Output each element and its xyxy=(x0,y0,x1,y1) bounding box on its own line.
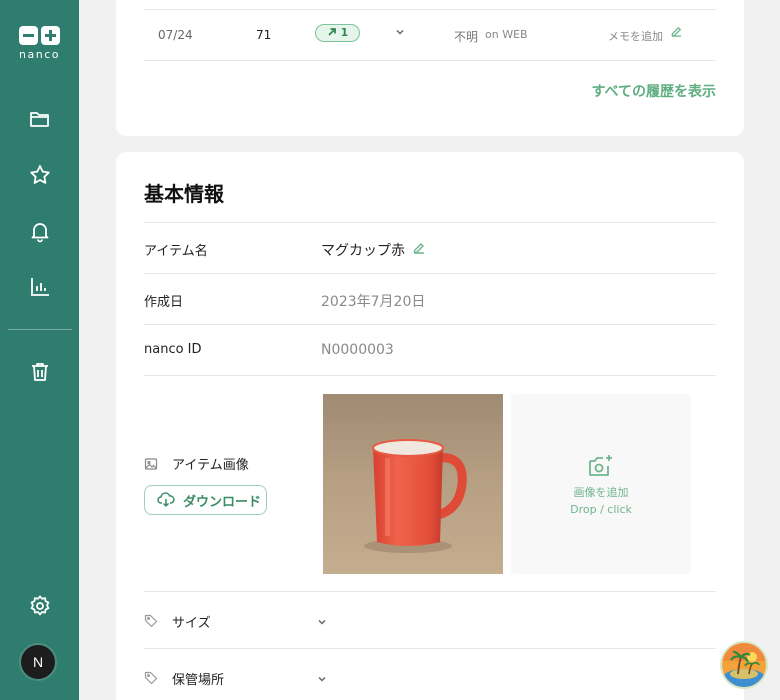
location-row[interactable]: 保管場所 xyxy=(144,648,716,700)
add-memo-link[interactable]: メモを追加 xyxy=(608,28,663,44)
sidebar-item-settings[interactable] xyxy=(26,592,54,620)
history-card: 07/24 71 1 不明 on WEB メモを追加 すべての履歴を表示 xyxy=(116,0,744,136)
edit-memo-button[interactable] xyxy=(670,25,683,41)
chevron-down-icon xyxy=(318,676,326,682)
item-photo[interactable] xyxy=(323,394,503,574)
logo-mark xyxy=(0,26,79,45)
created-date-value: 2023年7月20日 xyxy=(321,294,426,310)
item-image-label: アイテム画像 xyxy=(172,458,249,473)
sidebar: nanco N xyxy=(0,0,79,700)
star-icon xyxy=(30,165,50,184)
edit-icon xyxy=(413,243,424,254)
section-title: 基本情報 xyxy=(144,182,224,206)
created-date-row: 作成日 2023年7月20日 xyxy=(144,273,716,324)
basic-info-card: 基本情報 アイテム名 マグカップ赤 作成日 2023年7月20日 nanco I… xyxy=(116,152,744,700)
expand-row-button[interactable] xyxy=(394,26,406,41)
nanco-id-row: nanco ID N0000003 xyxy=(144,324,716,375)
location-label: 保管場所 xyxy=(172,673,225,688)
history-operator: 不明 xyxy=(454,30,479,44)
nanco-id-label: nanco ID xyxy=(144,342,202,357)
chevron-down-icon xyxy=(318,619,326,625)
add-image-hint: Drop / click xyxy=(570,503,632,516)
show-all-history-link[interactable]: すべての履歴を表示 xyxy=(592,81,716,101)
sidebar-item-folders[interactable] xyxy=(26,105,54,133)
logo-minus-icon xyxy=(19,26,38,45)
size-label: サイズ xyxy=(172,616,211,631)
gear-icon xyxy=(30,595,50,616)
arrow-up-right-icon xyxy=(328,28,336,36)
chevron-down-icon xyxy=(396,29,404,35)
add-image-dropzone[interactable]: 画像を追加 Drop / click xyxy=(511,394,691,574)
expand-location-button[interactable] xyxy=(316,670,328,689)
history-row: 07/24 71 1 不明 on WEB メモを追加 xyxy=(144,9,716,61)
change-value: 1 xyxy=(340,26,349,39)
island-icon xyxy=(722,643,766,687)
change-badge: 1 xyxy=(315,24,360,42)
history-date: 07/24 xyxy=(158,28,193,42)
add-photo-icon xyxy=(589,455,612,476)
sidebar-item-notifications[interactable] xyxy=(26,217,54,245)
created-date-label: 作成日 xyxy=(144,295,184,310)
edit-icon xyxy=(671,26,682,37)
size-row[interactable]: サイズ xyxy=(144,591,716,648)
nanco-id-value: N0000003 xyxy=(321,342,394,358)
download-label: ダウンロード xyxy=(183,493,262,509)
logo-plus-icon xyxy=(41,26,60,45)
sidebar-item-trash[interactable] xyxy=(26,358,54,386)
chart-icon xyxy=(31,278,49,296)
logo-text: nanco xyxy=(19,48,60,61)
folder-icon xyxy=(30,112,49,127)
cloud-download-icon xyxy=(157,492,175,507)
nanco-logo[interactable]: nanco xyxy=(0,26,79,61)
island-assistant-button[interactable] xyxy=(720,641,768,689)
download-button[interactable]: ダウンロード xyxy=(144,485,267,515)
expand-size-button[interactable] xyxy=(316,613,328,632)
sidebar-divider xyxy=(8,329,72,330)
item-name-label: アイテム名 xyxy=(144,244,208,259)
bell-icon xyxy=(31,223,49,243)
tag-icon xyxy=(144,613,158,632)
item-image-row: アイテム画像 ダウンロード 画像を追加 Drop / click xyxy=(144,375,716,591)
add-image-label: 画像を追加 xyxy=(573,486,629,499)
edit-item-name-button[interactable] xyxy=(412,240,426,259)
image-icon xyxy=(144,456,158,475)
history-source: on WEB xyxy=(485,28,528,41)
history-quantity: 71 xyxy=(256,28,272,42)
trash-icon xyxy=(32,363,48,381)
avatar[interactable]: N xyxy=(19,643,57,681)
sidebar-item-reports[interactable] xyxy=(26,273,54,301)
sidebar-item-favorites[interactable] xyxy=(26,161,54,189)
item-name-row: アイテム名 マグカップ赤 xyxy=(144,222,716,273)
item-name-value: マグカップ赤 xyxy=(321,243,405,259)
tag-icon xyxy=(144,670,158,689)
